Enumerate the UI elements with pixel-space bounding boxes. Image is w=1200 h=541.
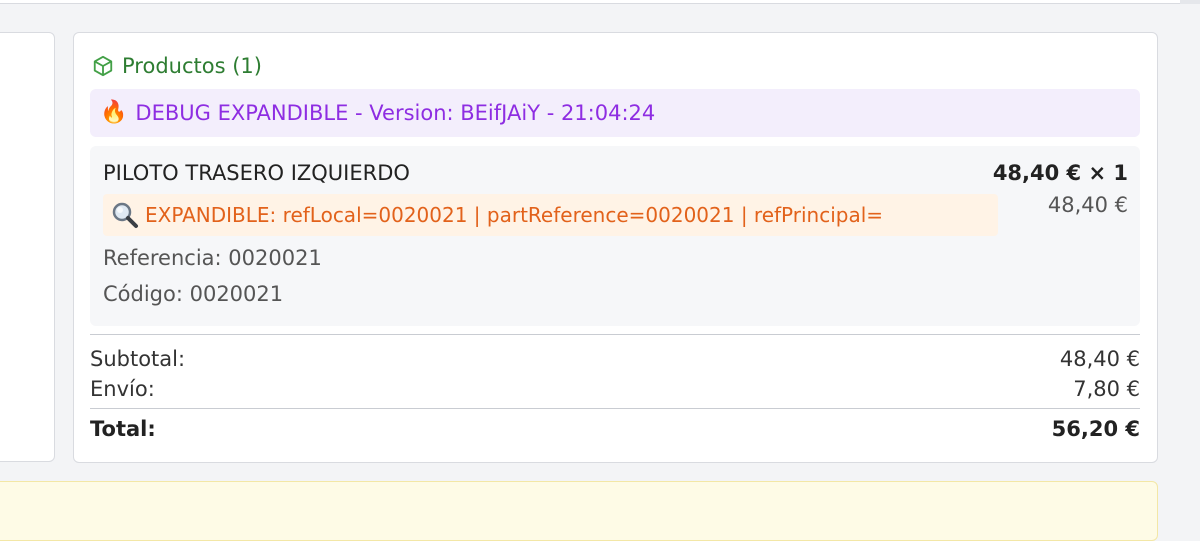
shipping-value: 7,80 € xyxy=(1073,377,1140,401)
subtotal-row: Subtotal: 48,40 € xyxy=(90,344,1140,374)
total-row: Total: 56,20 € xyxy=(90,414,1140,444)
products-title: Productos (1) xyxy=(122,54,262,78)
fire-icon: 🔥 xyxy=(100,100,128,125)
package-box-icon xyxy=(92,55,114,77)
top-bar xyxy=(0,0,1200,4)
summary-divider xyxy=(90,334,1140,335)
product-name: PILOTO TRASERO IZQUIERDO xyxy=(103,161,410,185)
product-item: PILOTO TRASERO IZQUIERDO 48,40 € × 1 48,… xyxy=(90,146,1140,326)
debug-banner: 🔥 DEBUG EXPANDIBLE - Version: BEifJAiY -… xyxy=(90,89,1140,137)
products-card: Productos (1) 🔥 DEBUG EXPANDIBLE - Versi… xyxy=(73,32,1158,463)
total-value: 56,20 € xyxy=(1051,417,1140,441)
subtotal-value: 48,40 € xyxy=(1059,347,1140,371)
magnifying-glass-icon xyxy=(111,201,139,229)
left-panel xyxy=(0,32,55,462)
subtotal-label: Subtotal: xyxy=(90,347,186,371)
notice-panel xyxy=(0,481,1158,541)
debug-banner-text: DEBUG EXPANDIBLE - Version: BEifJAiY - 2… xyxy=(135,101,656,125)
shipping-row: Envío: 7,80 € xyxy=(90,374,1140,404)
top-bar-inner xyxy=(0,0,1180,4)
expandible-debug-box: EXPANDIBLE: refLocal=0020021 | partRefer… xyxy=(103,194,998,236)
products-header: Productos (1) xyxy=(92,53,262,79)
product-price: 48,40 € xyxy=(1047,193,1128,217)
shipping-label: Envío: xyxy=(90,377,155,401)
product-price-quantity: 48,40 € × 1 xyxy=(992,161,1128,185)
total-divider xyxy=(90,408,1140,409)
product-codigo: Código: 0020021 xyxy=(103,282,284,306)
expandible-text: EXPANDIBLE: refLocal=0020021 | partRefer… xyxy=(145,203,884,227)
product-referencia: Referencia: 0020021 xyxy=(103,246,322,270)
total-label: Total: xyxy=(90,417,156,441)
